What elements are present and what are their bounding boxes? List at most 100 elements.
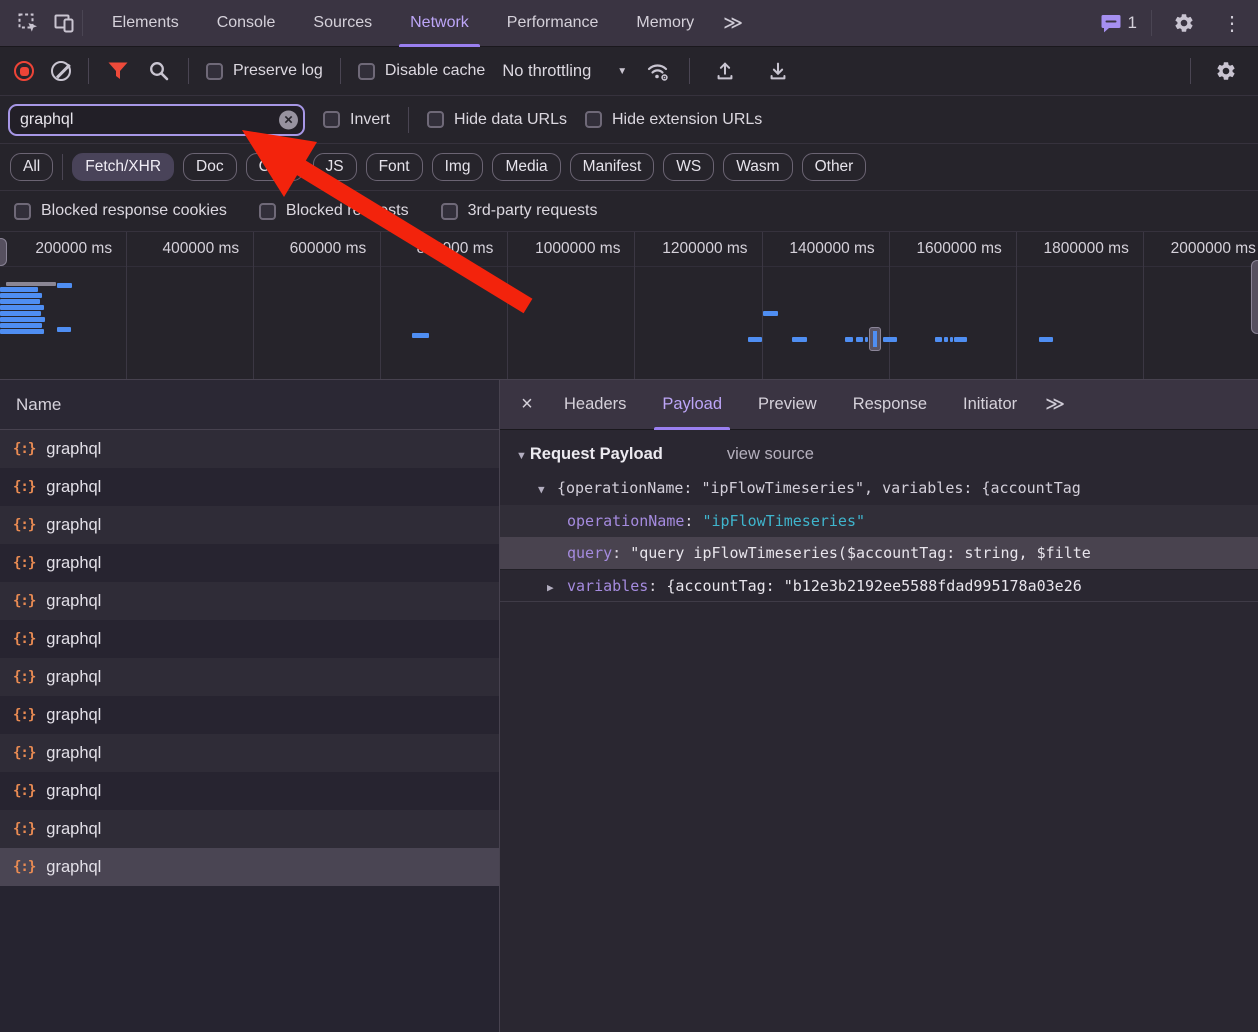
tab-network[interactable]: Network bbox=[391, 0, 488, 47]
request-name: graphql bbox=[46, 630, 101, 649]
overview-right-gripper[interactable] bbox=[1251, 260, 1258, 334]
details-tab-response[interactable]: Response bbox=[835, 380, 945, 430]
payload-row-query[interactable]: query: "query ipFlowTimeseries($accountT… bbox=[500, 537, 1258, 569]
preserve-log-checkbox[interactable]: Preserve log bbox=[206, 62, 323, 80]
tab-performance[interactable]: Performance bbox=[488, 0, 618, 47]
more-tabs-icon[interactable]: ≫ bbox=[713, 12, 753, 35]
chip-css[interactable]: CSS bbox=[246, 153, 304, 181]
expand-open-icon[interactable]: ▼ bbox=[516, 450, 527, 462]
checkbox-box bbox=[259, 203, 276, 220]
details-tab-payload[interactable]: Payload bbox=[644, 380, 740, 430]
import-har-icon[interactable] bbox=[707, 54, 743, 88]
chip-wasm[interactable]: Wasm bbox=[723, 153, 792, 181]
request-row[interactable]: {:}graphql bbox=[0, 734, 499, 772]
request-row[interactable]: {:}graphql bbox=[0, 696, 499, 734]
invert-checkbox[interactable]: Invert bbox=[323, 111, 390, 129]
details-tab-preview[interactable]: Preview bbox=[740, 380, 835, 430]
divider bbox=[340, 58, 341, 84]
issues-counter[interactable]: 1 bbox=[1101, 13, 1137, 33]
chip-doc[interactable]: Doc bbox=[183, 153, 237, 181]
tab-memory[interactable]: Memory bbox=[617, 0, 713, 47]
chip-img[interactable]: Img bbox=[432, 153, 484, 181]
request-payload-title: Request Payload bbox=[530, 445, 663, 464]
network-conditions-icon[interactable] bbox=[644, 54, 672, 88]
hide-data-urls-checkbox[interactable]: Hide data URLs bbox=[427, 111, 567, 129]
payload-key: query bbox=[567, 544, 612, 562]
json-braces-icon: {:} bbox=[13, 441, 35, 457]
chip-font[interactable]: Font bbox=[366, 153, 423, 181]
tab-elements[interactable]: Elements bbox=[93, 0, 198, 47]
hide-extension-urls-checkbox[interactable]: Hide extension URLs bbox=[585, 111, 762, 129]
request-row[interactable]: {:}graphql bbox=[0, 772, 499, 810]
overview-left-gripper[interactable] bbox=[0, 238, 7, 266]
request-row[interactable]: {:}graphql bbox=[0, 848, 499, 886]
chip-fetch-xhr[interactable]: Fetch/XHR bbox=[72, 153, 174, 181]
overflow-menu-icon[interactable]: ⋮ bbox=[1216, 11, 1248, 36]
payload-root-preview[interactable]: ▼{operationName: "ipFlowTimeseries", var… bbox=[500, 472, 1258, 505]
checkbox-box bbox=[585, 111, 602, 128]
payload-colon: : bbox=[612, 544, 630, 562]
payload-row-operationName[interactable]: operationName: "ipFlowTimeseries" bbox=[500, 505, 1258, 537]
request-name: graphql bbox=[46, 516, 101, 535]
filter-input[interactable] bbox=[8, 104, 305, 136]
chip-media[interactable]: Media bbox=[492, 153, 560, 181]
request-row[interactable]: {:}graphql bbox=[0, 544, 499, 582]
chevron-down-icon: ▼ bbox=[617, 66, 627, 77]
request-name: graphql bbox=[46, 706, 101, 725]
hide-data-urls-label: Hide data URLs bbox=[454, 111, 567, 129]
disable-cache-checkbox[interactable]: Disable cache bbox=[358, 62, 486, 80]
device-toolbar-icon[interactable] bbox=[46, 6, 82, 40]
request-row[interactable]: {:}graphql bbox=[0, 810, 499, 848]
overview-request-bar bbox=[0, 311, 41, 316]
expand-closed-icon[interactable]: ▶ bbox=[547, 572, 567, 601]
3rd-party-requests-checkbox[interactable]: 3rd-party requests bbox=[441, 202, 598, 220]
payload-row-variables[interactable]: ▶variables: {accountTag: "b12e3b2192ee55… bbox=[500, 569, 1258, 601]
clear-filter-icon[interactable]: × bbox=[279, 110, 298, 129]
chip-js[interactable]: JS bbox=[313, 153, 357, 181]
overview-request-bar bbox=[0, 317, 45, 322]
tab-console[interactable]: Console bbox=[198, 0, 295, 47]
blocked-requests-checkbox[interactable]: Blocked requests bbox=[259, 202, 409, 220]
overview-request-bar bbox=[0, 305, 44, 310]
chip-manifest[interactable]: Manifest bbox=[570, 153, 655, 181]
chip-all[interactable]: All bbox=[10, 153, 53, 181]
tab-sources[interactable]: Sources bbox=[294, 0, 391, 47]
blocked-options-row: Blocked response cookies Blocked requests… bbox=[0, 191, 1258, 232]
overview-selection-marker[interactable] bbox=[869, 327, 881, 351]
filter-icon[interactable] bbox=[106, 54, 130, 88]
throttling-select[interactable]: No throttling ▼ bbox=[502, 62, 627, 81]
view-source-link[interactable]: view source bbox=[727, 445, 814, 464]
overview-request-bar bbox=[950, 337, 953, 342]
clear-network-log-button[interactable] bbox=[51, 61, 71, 81]
chip-ws[interactable]: WS bbox=[663, 153, 714, 181]
overview-request-bar bbox=[883, 337, 897, 342]
json-braces-icon: {:} bbox=[13, 517, 35, 533]
request-row[interactable]: {:}graphql bbox=[0, 430, 499, 468]
settings-gear-icon[interactable] bbox=[1166, 6, 1202, 40]
name-column-header[interactable]: Name bbox=[0, 380, 499, 430]
chip-other[interactable]: Other bbox=[802, 153, 867, 181]
request-row[interactable]: {:} graphql bbox=[0, 506, 499, 544]
details-tab-initiator[interactable]: Initiator bbox=[945, 380, 1035, 430]
record-network-log-button[interactable] bbox=[14, 61, 34, 81]
more-detail-tabs-icon[interactable]: ≫ bbox=[1035, 393, 1075, 416]
request-row[interactable]: {:}graphql bbox=[0, 468, 499, 506]
request-row[interactable]: {:}graphql bbox=[0, 658, 499, 696]
divider bbox=[88, 58, 89, 84]
json-braces-icon: {:} bbox=[13, 479, 35, 495]
network-settings-gear-icon[interactable] bbox=[1208, 54, 1244, 88]
export-har-icon[interactable] bbox=[760, 54, 796, 88]
request-row[interactable]: {:}graphql bbox=[0, 582, 499, 620]
blocked-response-cookies-checkbox[interactable]: Blocked response cookies bbox=[14, 202, 227, 220]
search-icon[interactable] bbox=[147, 54, 171, 88]
close-details-icon[interactable]: × bbox=[508, 393, 546, 416]
details-tab-headers[interactable]: Headers bbox=[546, 380, 644, 430]
inspect-element-icon[interactable] bbox=[10, 6, 46, 40]
request-name: graphql bbox=[46, 858, 101, 877]
request-row[interactable]: {:}graphql bbox=[0, 620, 499, 658]
expand-open-icon[interactable]: ▼ bbox=[538, 473, 557, 505]
request-name: graphql bbox=[46, 668, 101, 687]
network-main-split: Name {:}graphql{:}graphql{:}graphql{:}gr… bbox=[0, 380, 1258, 1032]
network-overview-timeline[interactable]: 200000 ms400000 ms600000 ms800000 ms1000… bbox=[0, 232, 1258, 380]
devtools-top-bar: ElementsConsoleSourcesNetworkPerformance… bbox=[0, 0, 1258, 47]
